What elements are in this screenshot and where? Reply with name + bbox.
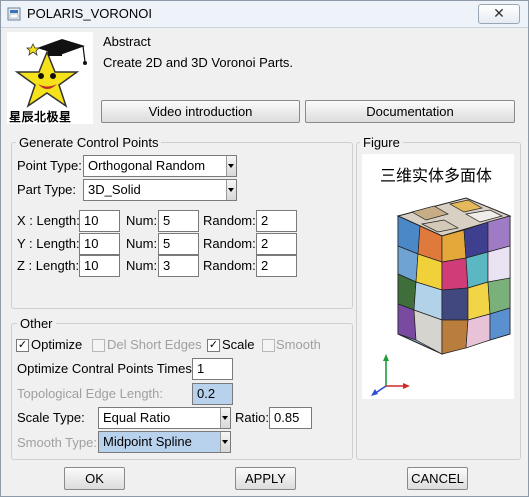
smooth-type-label: Smooth Type: <box>17 435 97 450</box>
close-button[interactable]: ✕ <box>478 4 520 24</box>
y-length-input[interactable]: 10 <box>79 233 120 255</box>
z-length-label: Z : Length: <box>17 258 80 273</box>
y-num-label: Num: <box>126 236 158 251</box>
close-icon: ✕ <box>493 5 505 21</box>
optimize-label: Optimize <box>31 337 83 352</box>
x-random-value: 2 <box>261 213 269 228</box>
z-random-value: 2 <box>261 258 269 273</box>
smooth-checkbox[interactable] <box>262 339 275 352</box>
voronoi-cube-image <box>371 197 512 396</box>
x-length-value: 10 <box>84 213 99 228</box>
optimize-checkbox[interactable]: ✓ <box>16 339 29 352</box>
optimize-times-input[interactable]: 1 <box>192 358 233 380</box>
chevron-down-icon <box>226 180 236 200</box>
z-num-input[interactable]: 3 <box>158 255 199 277</box>
figure-panel: 三维实体多面体 <box>362 154 514 399</box>
z-random-input[interactable]: 2 <box>256 255 297 277</box>
x-random-label: Random: <box>203 213 256 228</box>
z-num-label: Num: <box>126 258 158 273</box>
plugin-window: POLARIS_VORONOI ✕ 星辰北极星 Abstract Create … <box>0 0 529 497</box>
abstract-title: Abstract <box>103 34 151 49</box>
y-num-input[interactable]: 5 <box>158 233 199 255</box>
x-length-label: X : Length: <box>17 213 80 228</box>
documentation-button[interactable]: Documentation <box>305 100 515 123</box>
ok-button[interactable]: OK <box>64 467 125 490</box>
z-random-label: Random: <box>203 258 256 273</box>
z-num-value: 3 <box>163 258 171 273</box>
y-length-value: 10 <box>84 236 99 251</box>
other-title: Other <box>17 316 56 331</box>
y-length-label: Y : Length: <box>17 236 80 251</box>
point-type-value: Orthogonal Random <box>88 158 206 173</box>
video-introduction-button[interactable]: Video introduction <box>101 100 300 123</box>
app-icon <box>7 7 21 21</box>
z-length-input[interactable]: 10 <box>79 255 120 277</box>
z-length-value: 10 <box>84 258 99 273</box>
y-random-value: 2 <box>261 236 269 251</box>
chevron-down-icon <box>226 156 236 176</box>
smooth-type-value: Midpoint Spline <box>103 434 192 449</box>
x-length-input[interactable]: 10 <box>79 210 120 232</box>
scale-type-label: Scale Type: <box>17 410 85 425</box>
topological-edge-length-input[interactable]: 0.2 <box>192 383 233 405</box>
smooth-label: Smooth <box>276 337 321 352</box>
x-num-label: Num: <box>126 213 158 228</box>
optimize-times-value: 1 <box>197 361 205 376</box>
title-bar: POLARIS_VORONOI ✕ <box>1 1 528 28</box>
window-title: POLARIS_VORONOI <box>27 6 152 21</box>
part-type-select[interactable]: 3D_Solid <box>83 179 237 201</box>
logo-text: 星辰北极星 <box>9 110 72 124</box>
y-num-value: 5 <box>163 236 171 251</box>
ratio-label: Ratio: <box>235 410 269 425</box>
x-random-input[interactable]: 2 <box>256 210 297 232</box>
control-points-title: Generate Control Points <box>16 135 162 150</box>
scale-checkbox[interactable]: ✓ <box>207 339 220 352</box>
point-type-label: Point Type: <box>17 158 82 173</box>
del-short-edges-checkbox[interactable] <box>92 339 105 352</box>
part-type-value: 3D_Solid <box>88 182 141 197</box>
part-type-label: Part Type: <box>17 182 77 197</box>
x-num-input[interactable]: 5 <box>158 210 199 232</box>
point-type-select[interactable]: Orthogonal Random <box>83 155 237 177</box>
x-num-value: 5 <box>163 213 171 228</box>
smooth-type-select[interactable]: Midpoint Spline <box>98 431 231 453</box>
y-random-label: Random: <box>203 236 256 251</box>
logo: 星辰北极星 <box>7 32 93 124</box>
scale-type-select[interactable]: Equal Ratio <box>98 407 231 429</box>
del-short-edges-label: Del Short Edges <box>107 337 202 352</box>
topological-edge-length-label: Topological Edge Length: <box>17 386 164 401</box>
scale-type-value: Equal Ratio <box>103 410 171 425</box>
optimize-times-label: Optimize Contral Points Times: <box>17 361 196 376</box>
ratio-input[interactable]: 0.85 <box>269 407 312 429</box>
chevron-down-icon <box>220 432 230 452</box>
y-random-input[interactable]: 2 <box>256 233 297 255</box>
scale-label: Scale <box>222 337 255 352</box>
topological-edge-length-value: 0.2 <box>197 386 216 401</box>
chevron-down-icon <box>220 408 230 428</box>
abstract-text: Create 2D and 3D Voronoi Parts. <box>103 55 294 70</box>
cancel-button[interactable]: CANCEL <box>407 467 468 490</box>
apply-button[interactable]: APPLY <box>235 467 296 490</box>
figure-title: Figure <box>360 135 403 150</box>
ratio-value: 0.85 <box>274 410 300 425</box>
